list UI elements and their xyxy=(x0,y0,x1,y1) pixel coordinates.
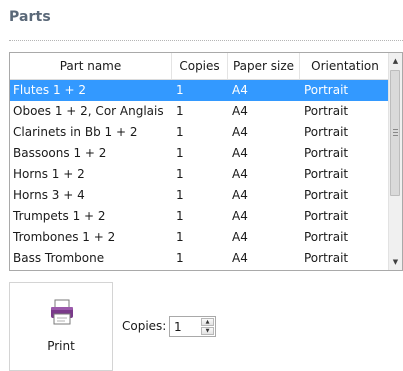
scroll-up-icon[interactable]: ▲ xyxy=(389,53,402,69)
table-row[interactable]: Flutes 1 + 2 1 A4 Portrait xyxy=(10,80,390,101)
cell-part-name: Bass Trombone xyxy=(13,251,105,265)
table-row[interactable]: Horns 3 + 4 1 A4 Portrait xyxy=(10,185,390,206)
parts-table[interactable]: Part name Copies Paper size Orientation … xyxy=(9,52,403,271)
column-header-part-name[interactable]: Part name xyxy=(10,53,172,79)
column-header-copies[interactable]: Copies xyxy=(172,53,228,79)
table-body: Flutes 1 + 2 1 A4 Portrait Oboes 1 + 2, Cor … xyxy=(10,80,390,269)
table-row[interactable]: Trumpets 1 + 2 1 A4 Portrait xyxy=(10,206,390,227)
cell-orientation: Portrait xyxy=(304,83,349,97)
print-button[interactable]: Print xyxy=(9,282,113,371)
cell-part-name: Horns 1 + 2 xyxy=(13,167,85,181)
cell-part-name: Clarinets in Bb 1 + 2 xyxy=(13,125,138,139)
cell-orientation: Portrait xyxy=(304,167,349,181)
cell-paper-size: A4 xyxy=(232,83,248,97)
cell-copies: 1 xyxy=(176,104,184,118)
table-row[interactable]: Oboes 1 + 2, Cor Anglais 1 A4 Portrait xyxy=(10,101,390,122)
cell-paper-size: A4 xyxy=(232,125,248,139)
cell-part-name: Trombones 1 + 2 xyxy=(13,230,116,244)
cell-copies: 1 xyxy=(176,251,184,265)
cell-paper-size: A4 xyxy=(232,146,248,160)
cell-orientation: Portrait xyxy=(304,104,349,118)
cell-orientation: Portrait xyxy=(304,230,349,244)
section-divider xyxy=(9,40,403,41)
cell-paper-size: A4 xyxy=(232,167,248,181)
table-row[interactable]: Bass Trombone 1 A4 Portrait xyxy=(10,248,390,269)
cell-copies: 1 xyxy=(176,125,184,139)
copies-spinbox[interactable]: ▲ ▼ xyxy=(169,316,216,337)
cell-part-name: Trumpets 1 + 2 xyxy=(13,209,106,223)
cell-copies: 1 xyxy=(176,188,184,202)
scrollbar-thumb[interactable] xyxy=(390,70,400,196)
column-header-paper-size[interactable]: Paper size xyxy=(228,53,300,79)
cell-orientation: Portrait xyxy=(304,251,349,265)
cell-part-name: Oboes 1 + 2, Cor Anglais xyxy=(13,104,164,118)
cell-orientation: Portrait xyxy=(304,146,349,160)
grip-icon xyxy=(393,129,398,136)
cell-part-name: Horns 3 + 4 xyxy=(13,188,85,202)
cell-orientation: Portrait xyxy=(304,125,349,139)
cell-copies: 1 xyxy=(176,209,184,223)
cell-paper-size: A4 xyxy=(232,251,248,265)
printer-icon xyxy=(51,299,73,325)
cell-paper-size: A4 xyxy=(232,230,248,244)
cell-paper-size: A4 xyxy=(232,188,248,202)
table-row[interactable]: Clarinets in Bb 1 + 2 1 A4 Portrait xyxy=(10,122,390,143)
table-header: Part name Copies Paper size Orientation xyxy=(10,53,390,80)
scroll-down-icon[interactable]: ▼ xyxy=(389,254,402,270)
cell-orientation: Portrait xyxy=(304,209,349,223)
cell-part-name: Bassoons 1 + 2 xyxy=(13,146,107,160)
increment-icon[interactable]: ▲ xyxy=(201,318,214,326)
cell-copies: 1 xyxy=(176,167,184,181)
copies-label: Copies: xyxy=(122,319,167,333)
cell-part-name: Flutes 1 + 2 xyxy=(13,83,86,97)
table-row[interactable]: Trombones 1 + 2 1 A4 Portrait xyxy=(10,227,390,248)
cell-copies: 1 xyxy=(176,230,184,244)
spin-buttons: ▲ ▼ xyxy=(201,318,214,335)
cell-orientation: Portrait xyxy=(304,188,349,202)
cell-copies: 1 xyxy=(176,146,184,160)
cell-paper-size: A4 xyxy=(232,104,248,118)
column-header-orientation[interactable]: Orientation xyxy=(300,53,390,79)
print-button-label: Print xyxy=(47,339,75,353)
table-row[interactable]: Bassoons 1 + 2 1 A4 Portrait xyxy=(10,143,390,164)
cell-paper-size: A4 xyxy=(232,209,248,223)
decrement-icon[interactable]: ▼ xyxy=(201,327,214,335)
copies-input[interactable] xyxy=(174,319,200,334)
table-row[interactable]: Horns 1 + 2 1 A4 Portrait xyxy=(10,164,390,185)
cell-copies: 1 xyxy=(176,83,184,97)
section-title: Parts xyxy=(9,9,51,25)
table-scrollbar[interactable]: ▲ ▼ xyxy=(388,53,402,270)
